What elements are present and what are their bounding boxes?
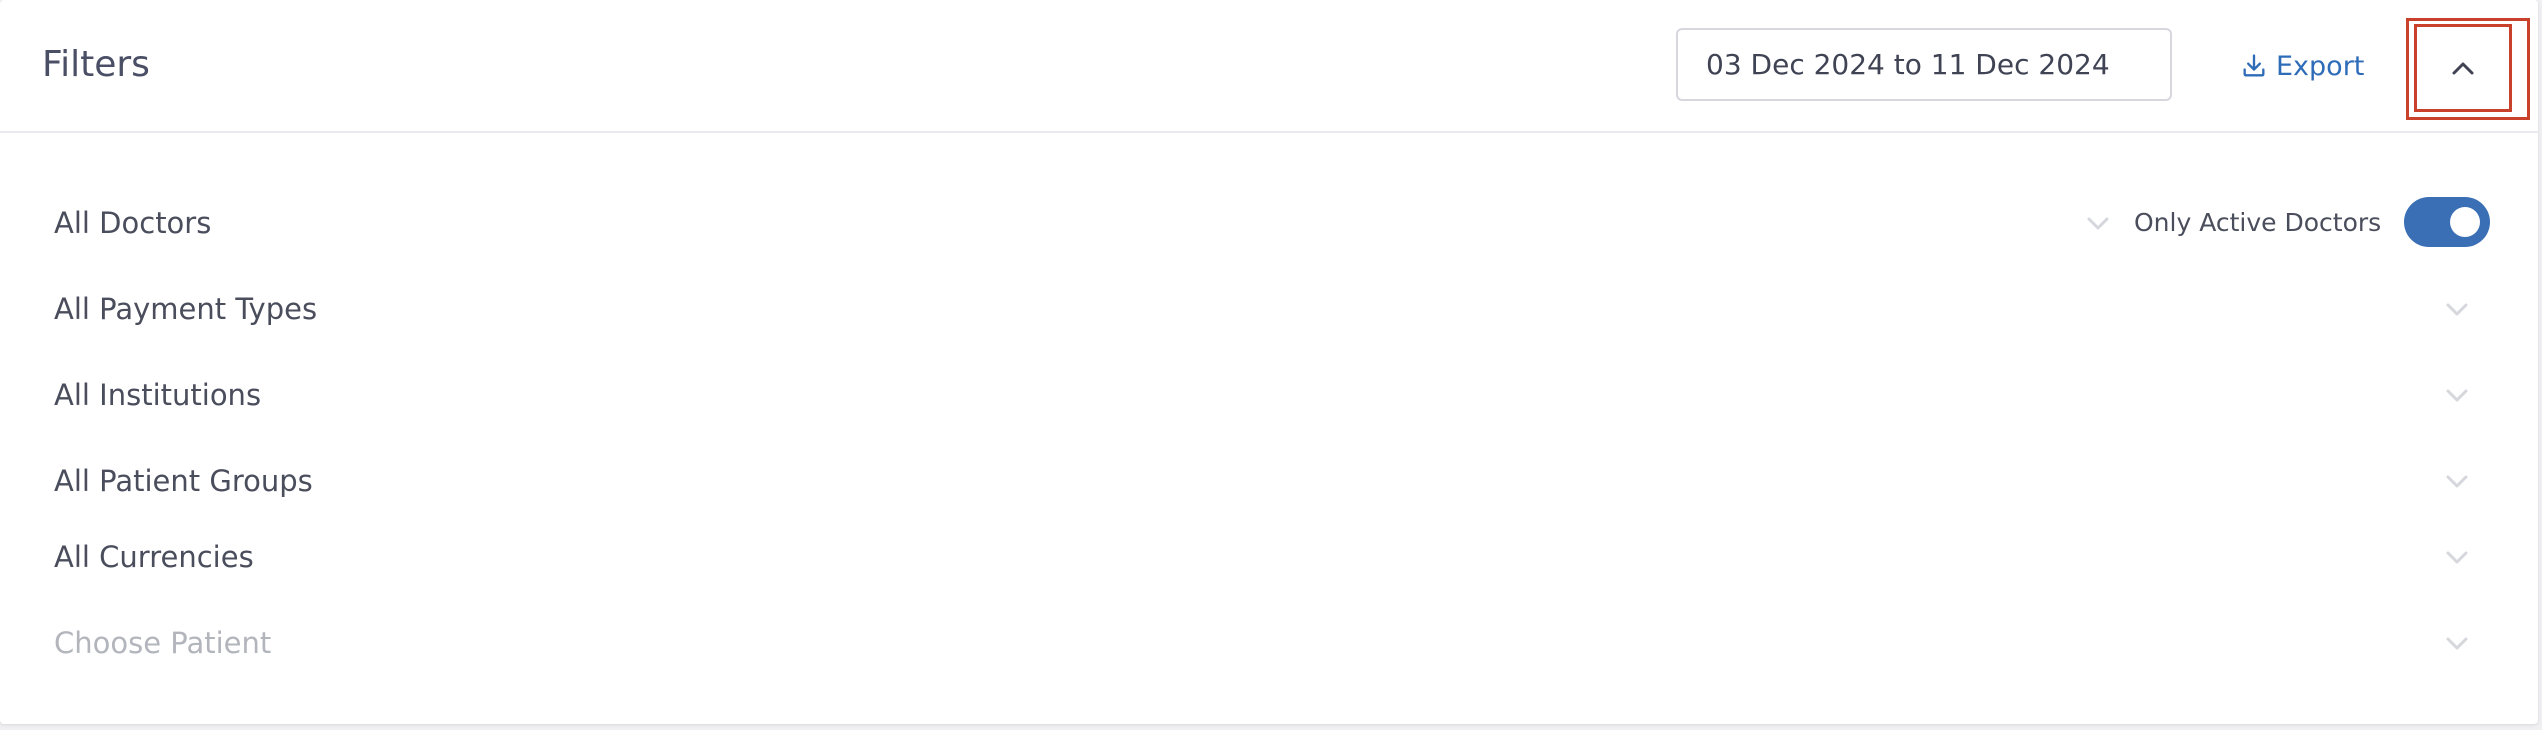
institutions-select[interactable]: All Institutions bbox=[0, 360, 2538, 430]
page-title: Filters bbox=[42, 44, 150, 85]
chevron-up-icon bbox=[2452, 62, 2474, 75]
chevron-down-icon bbox=[2446, 551, 2468, 564]
patient-groups-select[interactable]: All Patient Groups bbox=[0, 446, 2538, 516]
export-button[interactable]: Export bbox=[2240, 48, 2364, 84]
date-range-picker[interactable]: 03 Dec 2024 to 11 Dec 2024 bbox=[1676, 28, 2172, 101]
patient-groups-select-value: All Patient Groups bbox=[54, 464, 313, 498]
download-icon bbox=[2243, 54, 2265, 77]
only-active-doctors-toggle[interactable] bbox=[2404, 197, 2490, 247]
payment-types-select[interactable]: All Payment Types bbox=[0, 274, 2538, 344]
chevron-down-icon bbox=[2446, 389, 2468, 402]
institutions-select-value: All Institutions bbox=[54, 378, 262, 412]
filters-panel: Filters 03 Dec 2024 to 11 Dec 2024 Expor… bbox=[0, 0, 2538, 724]
doctors-select-value: All Doctors bbox=[54, 206, 212, 240]
chevron-down-icon bbox=[2446, 475, 2468, 488]
collapse-filters-button[interactable] bbox=[2414, 24, 2512, 112]
patient-select[interactable]: Choose Patient bbox=[0, 608, 2538, 678]
chevron-down-icon bbox=[2446, 303, 2468, 316]
chevron-down-icon bbox=[2087, 217, 2109, 230]
export-label: Export bbox=[2276, 50, 2365, 82]
toggle-knob bbox=[2450, 207, 2480, 237]
currencies-select-value: All Currencies bbox=[54, 540, 254, 574]
payment-types-select-value: All Payment Types bbox=[54, 292, 318, 326]
only-active-doctors-label: Only Active Doctors bbox=[2134, 208, 2382, 237]
filters-header: Filters 03 Dec 2024 to 11 Dec 2024 Expor… bbox=[0, 0, 2538, 133]
chevron-down-icon bbox=[2446, 637, 2468, 650]
currencies-select[interactable]: All Currencies bbox=[0, 522, 2538, 592]
patient-select-placeholder: Choose Patient bbox=[54, 626, 272, 660]
doctors-select[interactable]: All Doctors Only Active Doctors bbox=[0, 188, 2538, 258]
